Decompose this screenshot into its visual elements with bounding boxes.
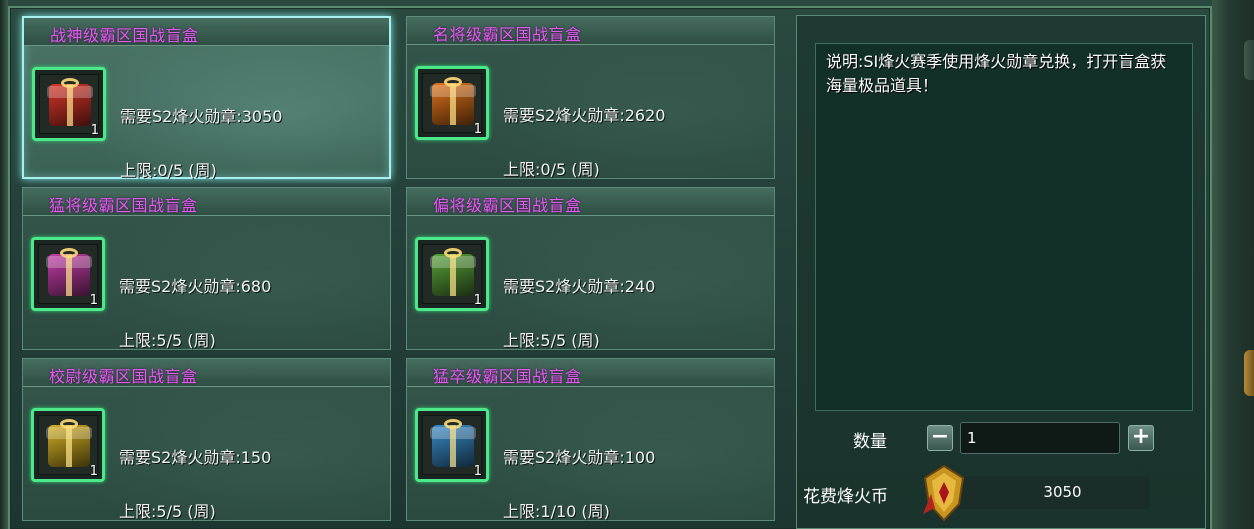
box-bow bbox=[60, 248, 78, 258]
blind-box-card[interactable]: 校尉级霸区国战盲盒 1 需要S2烽火勋章:150 上限:5/5 (周) bbox=[22, 358, 391, 521]
blind-box-card[interactable]: 战神级霸区国战盲盒 1 需要S2烽火勋章:3050 上限:0/5 (周) bbox=[22, 16, 391, 180]
box-ribbon bbox=[66, 254, 72, 296]
item-slot[interactable]: 1 bbox=[31, 408, 105, 482]
green-gift-box-icon bbox=[430, 248, 476, 296]
card-title-bar: 名将级霸区国战盲盒 bbox=[407, 17, 774, 45]
item-count: 1 bbox=[89, 464, 98, 479]
weekly-limit: 上限:1/10 (周) bbox=[503, 502, 610, 521]
increase-quantity-button[interactable]: + bbox=[1128, 425, 1154, 451]
weekly-limit: 上限:0/5 (周) bbox=[120, 161, 217, 180]
box-ribbon bbox=[66, 425, 72, 467]
card-title-bar: 猛卒级霸区国战盲盒 bbox=[407, 359, 774, 387]
required-medals: 需要S2烽火勋章:240 bbox=[503, 277, 656, 296]
orange-gift-box-icon bbox=[430, 77, 476, 125]
exchange-window: 战神级霸区国战盲盒 1 需要S2烽火勋章:3050 上限:0/5 (周) 名将级霸区国战… bbox=[0, 0, 1254, 529]
window-edge-ornament bbox=[1244, 350, 1254, 396]
item-count: 1 bbox=[473, 293, 482, 308]
required-medals: 需要S2烽火勋章:680 bbox=[119, 277, 272, 296]
quantity-label: 数量 bbox=[853, 432, 887, 452]
blind-box-card[interactable]: 猛卒级霸区国战盲盒 1 需要S2烽火勋章:100 上限:1/10 (周) bbox=[406, 358, 775, 521]
purple-gift-box-icon bbox=[46, 248, 92, 296]
card-title: 偏将级霸区国战盲盒 bbox=[433, 196, 582, 215]
box-bow bbox=[444, 419, 462, 429]
weekly-limit: 上限:0/5 (周) bbox=[503, 160, 600, 179]
required-medals: 需要S2烽火勋章:2620 bbox=[503, 106, 666, 125]
weekly-limit: 上限:5/5 (周) bbox=[503, 331, 600, 350]
item-count: 1 bbox=[90, 123, 99, 138]
weekly-limit: 上限:5/5 (周) bbox=[119, 502, 216, 521]
decrease-quantity-button[interactable]: − bbox=[927, 425, 953, 451]
box-bow bbox=[60, 419, 78, 429]
quantity-input[interactable] bbox=[960, 422, 1120, 454]
description-text: 说明:SI烽火赛季使用烽火勋章兑换，打开盲盒获海量极品道具！ bbox=[826, 52, 1167, 95]
blind-box-card[interactable]: 偏将级霸区国战盲盒 1 需要S2烽火勋章:240 上限:5/5 (周) bbox=[406, 187, 775, 350]
item-count: 1 bbox=[473, 464, 482, 479]
window-edge-ornament bbox=[1244, 40, 1254, 80]
required-medals: 需要S2烽火勋章:3050 bbox=[120, 107, 283, 126]
medal-icon bbox=[923, 464, 965, 522]
box-bow bbox=[444, 248, 462, 258]
weekly-limit: 上限:5/5 (周) bbox=[119, 331, 216, 350]
blue-gift-box-icon bbox=[430, 419, 476, 467]
box-bow bbox=[444, 77, 462, 87]
item-slot[interactable]: 1 bbox=[415, 66, 489, 140]
item-slot[interactable]: 1 bbox=[32, 67, 106, 141]
card-title: 猛卒级霸区国战盲盒 bbox=[433, 367, 582, 386]
card-title-bar: 猛将级霸区国战盲盒 bbox=[23, 188, 390, 216]
exchange-panel: 说明:SI烽火赛季使用烽火勋章兑换，打开盲盒获海量极品道具！ 数量 − + 花费… bbox=[796, 15, 1206, 529]
card-title: 名将级霸区国战盲盒 bbox=[433, 25, 582, 44]
blind-box-card[interactable]: 猛将级霸区国战盲盒 1 需要S2烽火勋章:680 上限:5/5 (周) bbox=[22, 187, 391, 350]
card-title-bar: 偏将级霸区国战盲盒 bbox=[407, 188, 774, 216]
required-medals: 需要S2烽火勋章:150 bbox=[119, 448, 272, 467]
box-ribbon bbox=[450, 83, 456, 125]
card-title: 猛将级霸区国战盲盒 bbox=[49, 196, 198, 215]
window-left-edge bbox=[0, 0, 8, 529]
box-ribbon bbox=[450, 254, 456, 296]
card-title-bar: 战神级霸区国战盲盒 bbox=[24, 18, 389, 46]
card-title-bar: 校尉级霸区国战盲盒 bbox=[23, 359, 390, 387]
item-slot[interactable]: 1 bbox=[31, 237, 105, 311]
item-slot[interactable]: 1 bbox=[415, 237, 489, 311]
yellow-gift-box-icon bbox=[46, 419, 92, 467]
required-medals: 需要S2烽火勋章:100 bbox=[503, 448, 656, 467]
red-gift-box-icon bbox=[47, 78, 93, 126]
blind-box-card[interactable]: 名将级霸区国战盲盒 1 需要S2烽火勋章:2620 上限:0/5 (周) bbox=[406, 16, 775, 179]
card-title: 校尉级霸区国战盲盒 bbox=[49, 367, 198, 386]
item-slot[interactable]: 1 bbox=[415, 408, 489, 482]
item-count: 1 bbox=[89, 293, 98, 308]
box-ribbon bbox=[450, 425, 456, 467]
description-box: 说明:SI烽火赛季使用烽火勋章兑换，打开盲盒获海量极品道具！ bbox=[815, 43, 1193, 411]
card-title: 战神级霸区国战盲盒 bbox=[50, 26, 199, 45]
item-count: 1 bbox=[473, 122, 482, 137]
cost-label: 花费烽火币 bbox=[803, 487, 888, 507]
box-bow bbox=[61, 78, 79, 88]
box-ribbon bbox=[67, 84, 73, 126]
